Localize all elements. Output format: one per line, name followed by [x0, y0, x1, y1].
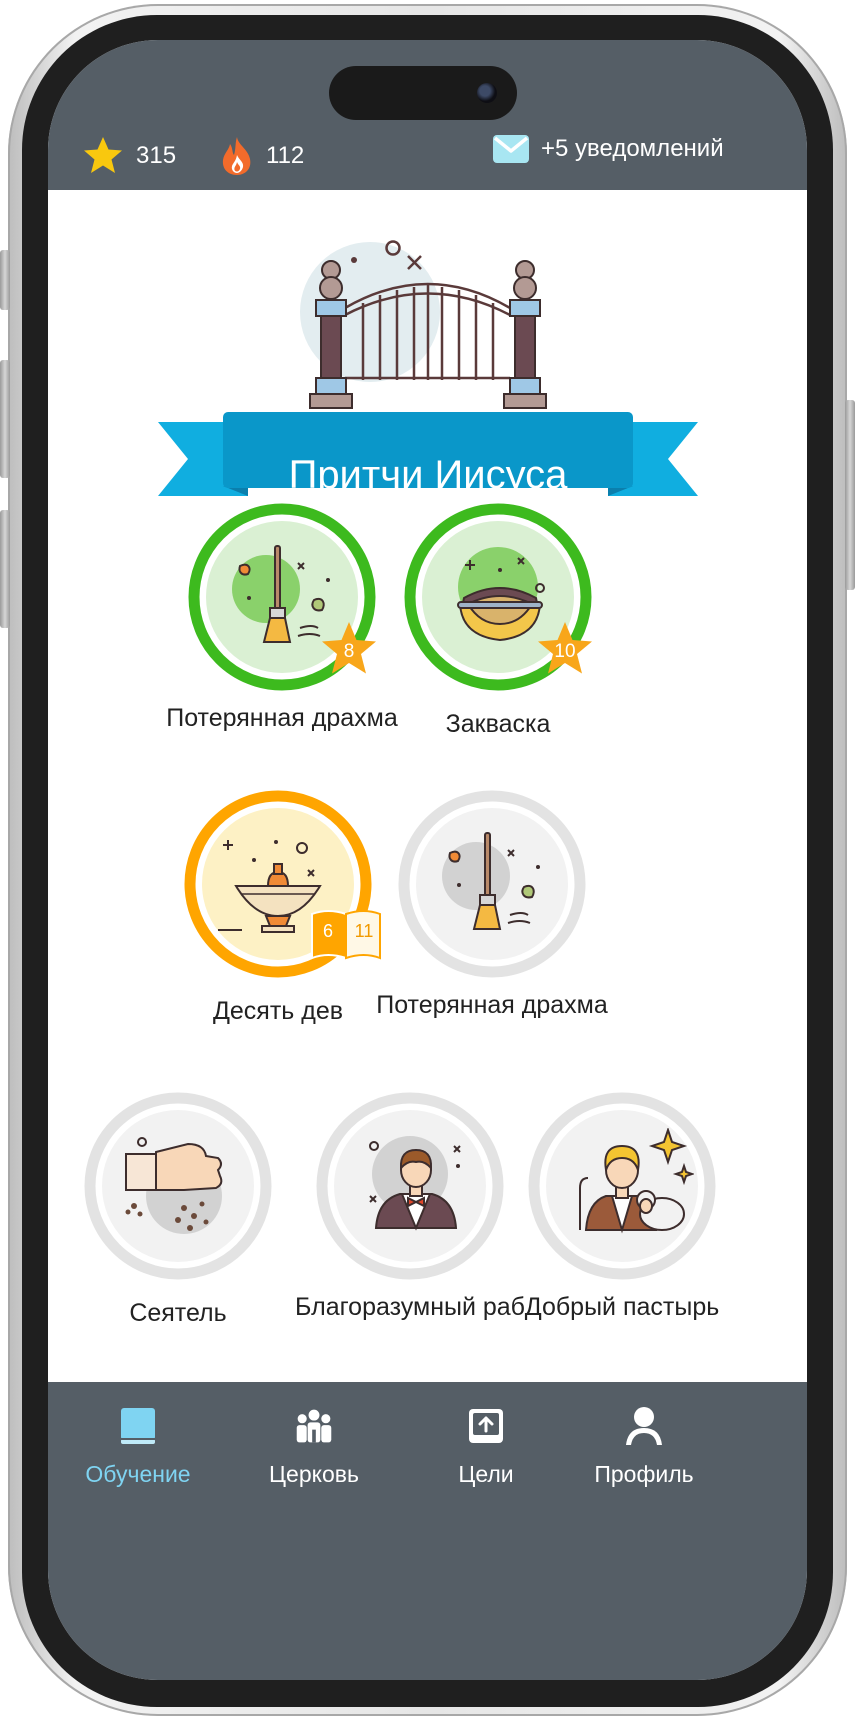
streak-count: 112 [266, 142, 305, 169]
people-icon [296, 1409, 332, 1443]
star-icon [84, 137, 122, 173]
top-status-bar: 315 112 +5 уведомлений [48, 40, 807, 190]
volume-up-button [0, 360, 10, 478]
lesson-progress-current: 6 [322, 921, 333, 941]
goals-icon [469, 1409, 503, 1443]
nav-profile[interactable]: Профиль [554, 1402, 734, 1488]
lesson-title: Потерянная драхма [376, 991, 608, 1019]
lesson-title: Потерянная драхма [166, 704, 398, 732]
notifications-button[interactable]: +5 уведомлений [493, 135, 724, 163]
mail-icon [493, 135, 529, 163]
power-button [845, 400, 855, 590]
nav-learning[interactable]: Обучение [48, 1402, 228, 1488]
nav-label: Церковь [269, 1461, 359, 1487]
flame-icon [222, 137, 251, 175]
volume-down-button [0, 510, 10, 628]
profile-icon [626, 1407, 662, 1445]
lesson-star-count: 8 [343, 641, 355, 662]
stars-counter[interactable]: 315 [82, 135, 176, 177]
stars-count: 315 [136, 142, 177, 169]
front-camera [477, 83, 497, 103]
streak-counter[interactable]: 112 [220, 135, 304, 177]
lesson-title: Десять дев [212, 997, 344, 1025]
nav-church[interactable]: Церковь [224, 1402, 404, 1488]
dough-bowl-icon [457, 557, 545, 642]
course-header: Притчи Иисуса [158, 200, 698, 540]
lesson-progress-total: 11 [354, 921, 374, 941]
lesson-title: Добрый пастырь [524, 1293, 720, 1321]
lesson-title: Закваска [445, 710, 551, 738]
nav-label: Профиль [594, 1461, 694, 1487]
course-title: Притчи Иисуса [288, 453, 568, 497]
nav-label: Цели [458, 1461, 514, 1487]
bottom-navigation: Обучение Церковь Цели Профиль [48, 1382, 807, 1680]
broom-icon [448, 832, 540, 930]
lesson-title: Сеятель [129, 1299, 227, 1327]
servant-icon [369, 1141, 461, 1231]
lesson-title: Благоразумный раб [294, 1293, 526, 1321]
notifications-label: +5 уведомлений [541, 135, 724, 162]
sowing-hand-icon [125, 1137, 223, 1231]
book-icon [121, 1408, 155, 1444]
lesson-star-count: 10 [554, 641, 576, 662]
nav-label: Обучение [85, 1461, 191, 1487]
dynamic-island [329, 66, 517, 120]
app-screen: 315 112 +5 уведомлений Притчи Иисуса 8 П… [48, 40, 807, 1680]
shepherd-icon [579, 1128, 694, 1234]
right-pillar [503, 260, 547, 409]
nav-goals[interactable]: Цели [396, 1402, 576, 1488]
mute-switch [0, 250, 10, 310]
